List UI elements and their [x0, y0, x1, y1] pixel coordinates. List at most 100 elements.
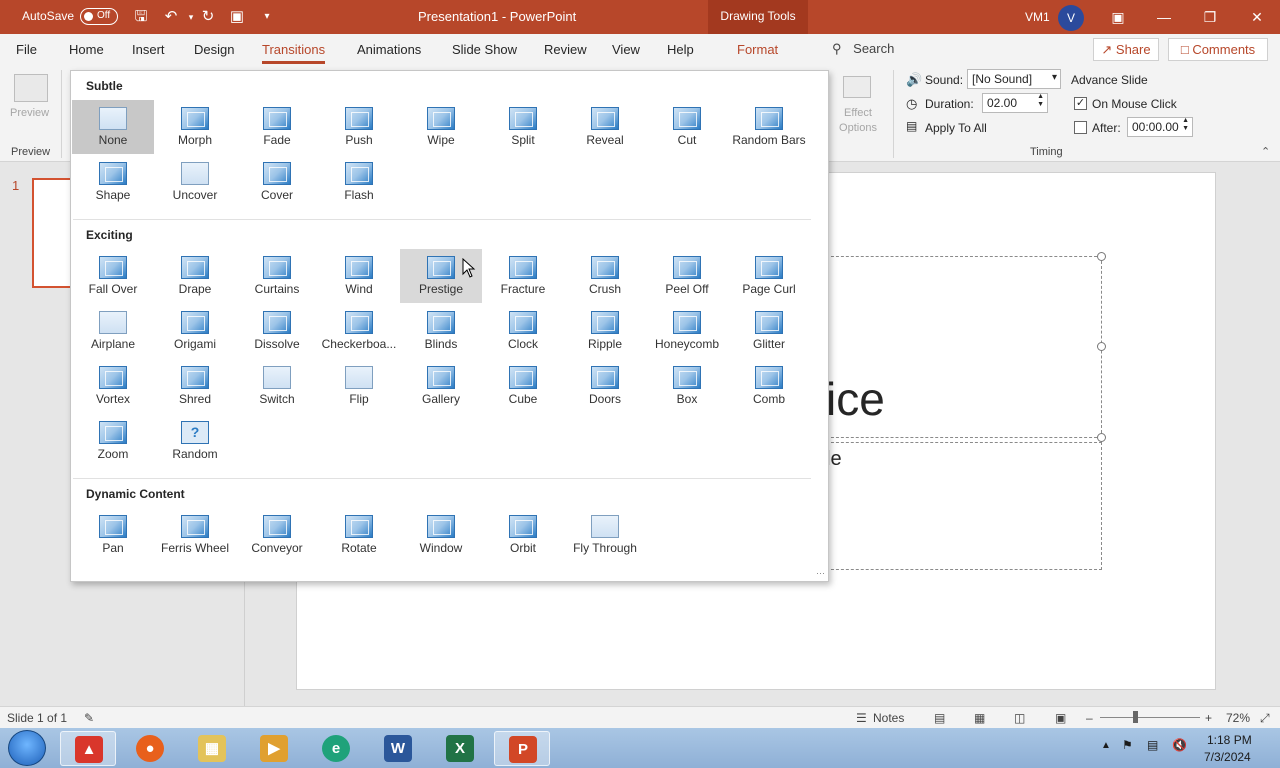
taskbar-app[interactable]: ●: [122, 731, 178, 766]
user-name[interactable]: VM1: [1025, 10, 1050, 24]
zoom-slider-knob[interactable]: [1133, 711, 1138, 723]
save-icon[interactable]: 🖫: [130, 6, 152, 28]
transition-window[interactable]: Window: [400, 508, 482, 562]
zoom-in-icon[interactable]: +: [1205, 711, 1212, 725]
transition-fly-through[interactable]: Fly Through: [564, 508, 646, 562]
tab-animations[interactable]: Animations: [357, 42, 421, 57]
tab-home[interactable]: Home: [69, 42, 104, 57]
transition-wind[interactable]: Wind: [318, 249, 400, 303]
tab-format[interactable]: Format: [737, 42, 778, 57]
sound-dropdown[interactable]: [No Sound] ▾: [967, 69, 1061, 89]
slide-title-text[interactable]: ice: [826, 372, 885, 426]
resize-handle[interactable]: [1097, 433, 1106, 442]
transition-airplane[interactable]: Airplane: [72, 304, 154, 358]
restore-icon[interactable]: ❐: [1198, 6, 1222, 28]
ribbon-display-icon[interactable]: ▣: [1106, 6, 1130, 28]
tab-review[interactable]: Review: [544, 42, 587, 57]
taskbar-app[interactable]: e: [308, 731, 364, 766]
transition-cut[interactable]: Cut: [646, 100, 728, 154]
tab-insert[interactable]: Insert: [132, 42, 165, 57]
present-icon[interactable]: ▣: [226, 6, 248, 28]
transition-drape[interactable]: Drape: [154, 249, 236, 303]
transition-ripple[interactable]: Ripple: [564, 304, 646, 358]
spinner-arrows-icon[interactable]: ▲ ▼: [1182, 117, 1189, 133]
clock-date[interactable]: 7/3/2024: [1204, 750, 1251, 764]
tab-design[interactable]: Design: [194, 42, 234, 57]
redo-icon[interactable]: ↻: [197, 6, 219, 28]
spinner-arrows-icon[interactable]: ▲ ▼: [1037, 93, 1044, 109]
transition-none[interactable]: None: [72, 100, 154, 154]
clock-time[interactable]: 1:18 PM: [1207, 733, 1252, 747]
tray-expand-icon[interactable]: ▲: [1101, 740, 1111, 751]
share-button[interactable]: ↗ Share: [1093, 38, 1159, 61]
transition-glitter[interactable]: Glitter: [728, 304, 810, 358]
transition-shred[interactable]: Shred: [154, 359, 236, 413]
transition-random-bars[interactable]: Random Bars: [728, 100, 810, 154]
transition-doors[interactable]: Doors: [564, 359, 646, 413]
transition-switch[interactable]: Switch: [236, 359, 318, 413]
transition-checkerboard[interactable]: Checkerboa...: [318, 304, 400, 358]
zoom-slider-track[interactable]: [1100, 717, 1200, 718]
taskbar-app[interactable]: ▶: [246, 731, 302, 766]
taskbar-app[interactable]: ▦: [184, 731, 240, 766]
tab-file[interactable]: File: [16, 42, 37, 57]
flag-icon[interactable]: ⚑: [1122, 738, 1133, 752]
after-spinner[interactable]: 00:00.00 ▲ ▼: [1127, 117, 1193, 137]
transition-fracture[interactable]: Fracture: [482, 249, 564, 303]
resize-handle[interactable]: [1097, 252, 1106, 261]
collapse-ribbon-icon[interactable]: ⌃: [1261, 145, 1270, 158]
transition-box[interactable]: Box: [646, 359, 728, 413]
transition-flip[interactable]: Flip: [318, 359, 400, 413]
on-mouse-click-checkbox[interactable]: ✓: [1074, 97, 1087, 110]
notes-button[interactable]: Notes: [873, 711, 904, 725]
taskbar-app[interactable]: P: [494, 731, 550, 766]
transition-random[interactable]: ? Random: [154, 414, 236, 468]
transition-blinds[interactable]: Blinds: [400, 304, 482, 358]
taskbar-app[interactable]: ▲: [60, 731, 116, 766]
normal-view-icon[interactable]: ▤: [934, 711, 945, 725]
customize-qat-icon[interactable]: ▾: [256, 6, 278, 28]
duration-spinner[interactable]: 02.00 ▲ ▼: [982, 93, 1048, 113]
transition-zoom[interactable]: Zoom: [72, 414, 154, 468]
autosave-toggle[interactable]: Off: [80, 8, 118, 25]
tab-transitions[interactable]: Transitions: [262, 42, 326, 64]
zoom-percent[interactable]: 72%: [1226, 711, 1250, 725]
effect-options-icon[interactable]: [843, 76, 871, 98]
transition-cover[interactable]: Cover: [236, 155, 318, 209]
transition-peel-off[interactable]: Peel Off: [646, 249, 728, 303]
tab-slide-show[interactable]: Slide Show: [452, 42, 517, 57]
taskbar-app[interactable]: W: [370, 731, 426, 766]
fit-to-window-icon[interactable]: ⤢: [1260, 711, 1270, 726]
transition-page-curl[interactable]: Page Curl: [728, 249, 810, 303]
preview-icon[interactable]: [14, 74, 48, 102]
transition-fade[interactable]: Fade: [236, 100, 318, 154]
transition-honeycomb[interactable]: Honeycomb: [646, 304, 728, 358]
resize-handle[interactable]: [1097, 342, 1106, 351]
transition-cube[interactable]: Cube: [482, 359, 564, 413]
slide-sorter-icon[interactable]: ▦: [974, 711, 985, 725]
zoom-out-icon[interactable]: –: [1086, 711, 1093, 725]
transition-shape[interactable]: Shape: [72, 155, 154, 209]
transition-orbit[interactable]: Orbit: [482, 508, 564, 562]
transition-curtains[interactable]: Curtains: [236, 249, 318, 303]
close-icon[interactable]: ✕: [1245, 6, 1269, 28]
transition-dissolve[interactable]: Dissolve: [236, 304, 318, 358]
transition-ferris-wheel[interactable]: Ferris Wheel: [154, 508, 236, 562]
transition-origami[interactable]: Origami: [154, 304, 236, 358]
effect-options-button[interactable]: Effect Options: [830, 106, 886, 136]
spelling-icon[interactable]: ✎: [84, 711, 94, 725]
transition-flash[interactable]: Flash: [318, 155, 400, 209]
comments-button[interactable]: □ Comments: [1168, 38, 1268, 61]
undo-icon[interactable]: ↶: [160, 6, 182, 28]
transition-fall-over[interactable]: Fall Over: [72, 249, 154, 303]
transition-push[interactable]: Push: [318, 100, 400, 154]
transition-conveyor[interactable]: Conveyor: [236, 508, 318, 562]
transition-rotate[interactable]: Rotate: [318, 508, 400, 562]
transition-wipe[interactable]: Wipe: [400, 100, 482, 154]
subtitle-placeholder[interactable]: [826, 442, 1102, 570]
network-icon[interactable]: ▤: [1147, 738, 1158, 752]
after-checkbox[interactable]: [1074, 121, 1087, 134]
transition-morph[interactable]: Morph: [154, 100, 236, 154]
transition-reveal[interactable]: Reveal: [564, 100, 646, 154]
preview-button[interactable]: Preview: [10, 107, 49, 119]
